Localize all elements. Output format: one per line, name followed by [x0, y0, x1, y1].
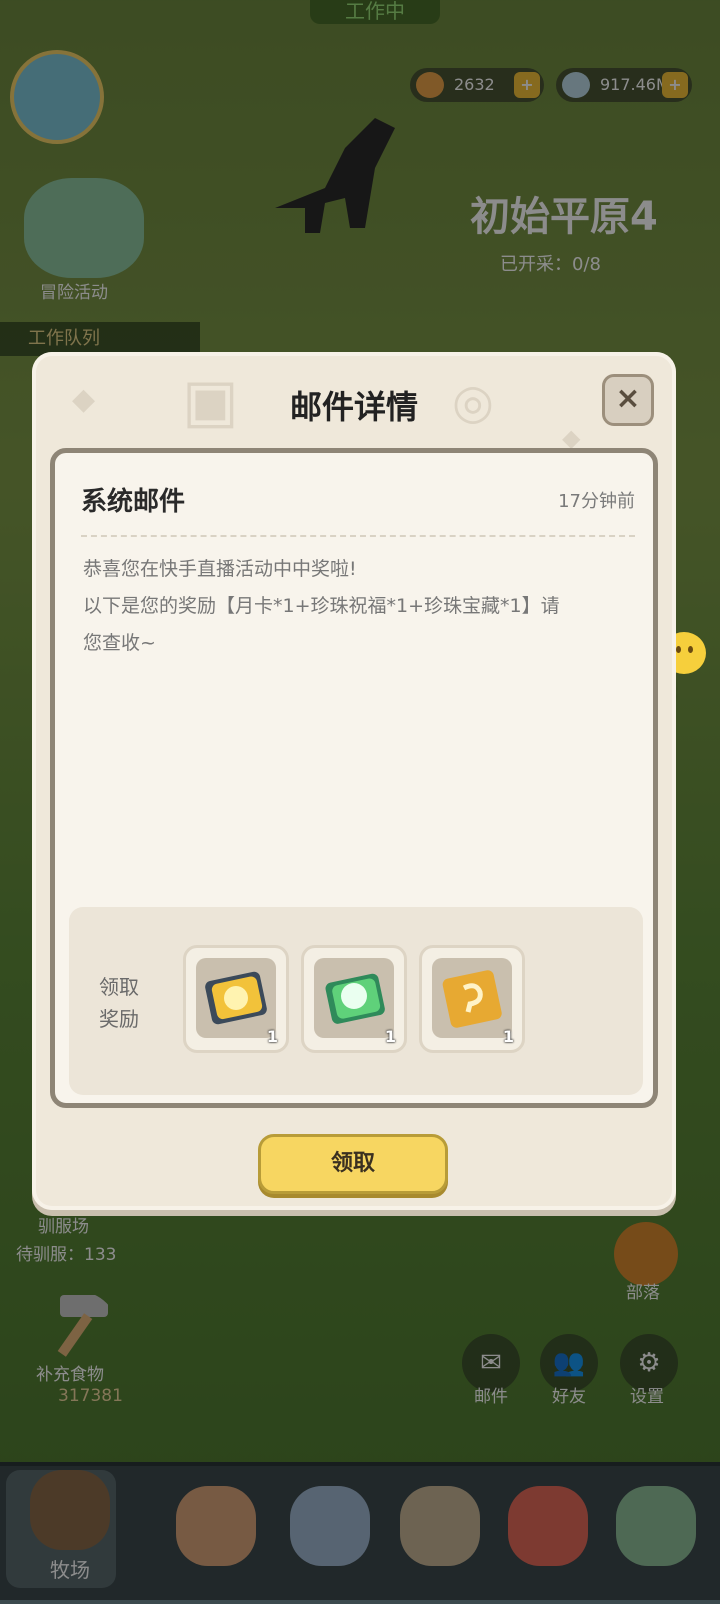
dialog-title: 邮件详情 [289, 388, 418, 426]
reward-item-pearl-blessing[interactable]: 1 [301, 945, 407, 1053]
mail-time: 17分钟前 [558, 491, 635, 512]
close-icon: × [615, 381, 641, 416]
mail-content-panel: 系统邮件 17分钟前 恭喜您在快手直播活动中中奖啦! 以下是您的奖励【月卡*1+… [50, 448, 658, 1108]
divider [81, 535, 635, 537]
reward-qty: 1 [384, 1027, 396, 1046]
mail-body-line: 您查收~ [83, 632, 156, 654]
pearl-blessing-icon [325, 973, 385, 1024]
mail-body-line: 以下是您的奖励【月卡*1+珍珠祝福*1+珍珠宝藏*1】请 [83, 595, 560, 617]
claim-button[interactable]: 领取 [258, 1134, 448, 1194]
reward-item-pearl-treasure[interactable]: 1 [419, 945, 525, 1053]
reward-item-monthly-card[interactable]: 1 [183, 945, 289, 1053]
mail-body: 恭喜您在快手直播活动中中奖啦! 以下是您的奖励【月卡*1+珍珠祝福*1+珍珠宝藏… [83, 551, 633, 662]
mail-detail-dialog: ◆ ▣ ◎ ◆ 邮件详情 × 系统邮件 17分钟前 恭喜您在快手直播活动中中奖啦… [32, 352, 676, 1210]
mail-type: 系统邮件 [81, 487, 186, 517]
reward-label: 领取奖励 [99, 975, 139, 1031]
mail-body-line: 恭喜您在快手直播活动中中奖啦! [83, 558, 357, 580]
reward-qty: 1 [502, 1027, 514, 1046]
reward-qty: 1 [266, 1027, 278, 1046]
reward-area: 领取奖励 1 1 1 [69, 907, 643, 1095]
close-button[interactable]: × [602, 374, 654, 426]
pearl-treasure-icon [442, 970, 502, 1028]
monthly-card-icon [205, 971, 267, 1025]
